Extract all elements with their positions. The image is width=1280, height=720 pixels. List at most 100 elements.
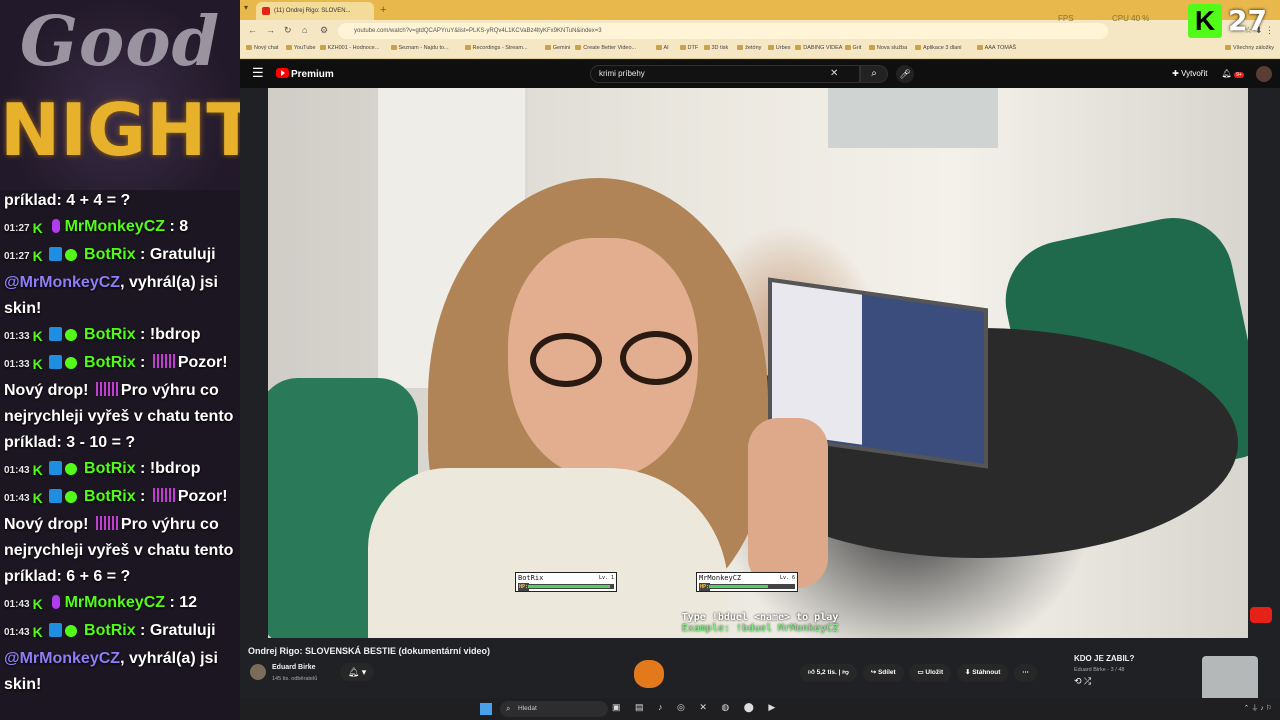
- avatar[interactable]: [1256, 66, 1272, 82]
- kick-logo-icon: K: [1188, 4, 1222, 38]
- channel-avatar[interactable]: [250, 664, 266, 680]
- folder-icon: [703, 45, 710, 50]
- download-button[interactable]: ⬇ Stáhnout: [956, 664, 1009, 682]
- video-scene-glasses: [530, 333, 602, 387]
- kick-badge-icon: [33, 352, 46, 366]
- playlist-subtitle: Eduard Birke - 3 / 48: [1074, 667, 1125, 673]
- taskbar-apps-icon[interactable]: ▣ ▤ ♪ ◎ ✕ ◍ ⬤ ▶: [612, 702, 781, 713]
- duel-player-left: BotRix Lv. 1 HP:: [515, 572, 617, 592]
- more-actions-button[interactable]: ⋯: [1014, 664, 1037, 682]
- bookmark-item[interactable]: AAA TOMÁŠ: [976, 45, 1016, 51]
- bookmark-item[interactable]: Recordings - Stream...: [464, 45, 528, 51]
- create-icon[interactable]: ✚: [1172, 69, 1179, 78]
- home-icon[interactable]: ⌂: [302, 25, 307, 35]
- username[interactable]: BotRix: [84, 460, 136, 477]
- bookmark-label: Všechny záložky: [1233, 45, 1274, 51]
- menu-icon[interactable]: ☰: [252, 66, 264, 80]
- loop-shuffle-icon[interactable]: ⟲ ⤮: [1074, 676, 1194, 687]
- username[interactable]: BotRix: [84, 622, 136, 639]
- search-button[interactable]: ⌕: [860, 65, 888, 83]
- forward-icon[interactable]: →: [266, 25, 275, 35]
- username[interactable]: MrMonkeyCZ: [65, 594, 165, 611]
- bookmark-item[interactable]: žetóny: [737, 45, 761, 51]
- bookmark-item[interactable]: Gemini: [544, 45, 570, 51]
- taskbar-search[interactable]: Hledat: [500, 701, 608, 717]
- username[interactable]: BotRix: [84, 246, 136, 263]
- bot-badge-icon: [48, 623, 62, 637]
- folder-icon: [246, 45, 252, 50]
- message-text: 8: [179, 218, 189, 235]
- bookmark-item[interactable]: Urbex: [767, 45, 790, 51]
- address-bar[interactable]: youtube.com/watch?v=gtdQCAPYruY&list=PLK…: [338, 23, 1108, 39]
- timestamp: 01:27: [4, 251, 30, 262]
- emote-icon: [152, 488, 175, 502]
- save-button[interactable]: ▭ Uložit: [909, 664, 952, 682]
- search-input[interactable]: krimi príbehy: [590, 65, 860, 83]
- voice-search-icon[interactable]: 🎤︎: [896, 65, 914, 83]
- subscription-bell-button[interactable]: 🔔︎ ▾: [340, 663, 374, 681]
- new-tab-button[interactable]: +: [380, 2, 386, 18]
- notifications-icon[interactable]: 🔔︎: [1222, 69, 1232, 78]
- taskbar: Hledat ▣ ▤ ♪ ◎ ✕ ◍ ⬤ ▶ ⌃ ⏚ ♪ ⚐: [240, 698, 1280, 720]
- folder-icon: [767, 45, 774, 50]
- reload-icon[interactable]: ↻: [284, 25, 292, 36]
- username[interactable]: BotRix: [84, 326, 136, 343]
- youtube-logo[interactable]: Premium: [276, 68, 334, 80]
- video-player[interactable]: [268, 88, 1248, 638]
- chat-message: 01:43 BotRix : Pozor! Nový drop! Pro výh…: [0, 484, 240, 590]
- like-button[interactable]: 👍︎ 5,2 tis. | 👎︎: [800, 664, 857, 682]
- username[interactable]: MrMonkeyCZ: [65, 218, 165, 235]
- bookmark-item[interactable]: Nova služba: [868, 45, 907, 51]
- share-button[interactable]: ↪ Sdílet: [862, 664, 904, 682]
- folder-icon: [319, 45, 326, 50]
- back-icon[interactable]: ←: [248, 25, 257, 35]
- bookmark-item[interactable]: 3D tisk: [703, 45, 728, 51]
- bookmark-item[interactable]: Aplikace 3 dlani: [915, 45, 962, 51]
- video-actions: 👍︎ 5,2 tis. | 👎︎ ↪ Sdílet ▭ Uložit ⬇ Stá…: [800, 664, 1041, 682]
- playlist-card[interactable]: KDO JE ZABIL? Eduard Birke - 3 / 48 ⟲ ⤮: [1074, 654, 1194, 700]
- folder-icon: [679, 45, 686, 50]
- bookmark-label: Grit: [852, 45, 862, 51]
- kick-badge-icon: [33, 244, 46, 258]
- bookmark-item[interactable]: Všechny záložky: [1225, 45, 1274, 51]
- bookmark-label: DTF: [687, 45, 699, 51]
- screen: Good NIGHT príklad: 4 + 4 = ? 01:27 MrMon…: [0, 0, 1280, 720]
- mention[interactable]: @MrMonkeyCZ: [4, 650, 120, 667]
- bookmark-label: žetóny: [745, 45, 762, 51]
- browser-toolbar: ← → ↻ ⌂ ⚙ youtube.com/watch?v=gtdQCAPYru…: [240, 20, 1280, 42]
- channel-name[interactable]: Eduard Birke: [272, 664, 316, 671]
- notification-count: 9+: [1234, 72, 1244, 79]
- bookmark-item[interactable]: KZH001 - Hodnoce...: [319, 45, 380, 51]
- bookmark-item[interactable]: AI: [655, 45, 669, 51]
- kick-badge-icon: [33, 486, 46, 500]
- tab-list-icon[interactable]: ▾: [244, 3, 248, 12]
- timestamp: 01:27: [4, 223, 30, 234]
- folder-icon: [976, 45, 983, 50]
- bookmark-item[interactable]: Nový chat: [246, 45, 278, 51]
- youtube-mini-logo-icon[interactable]: [1250, 607, 1272, 623]
- windows-start-icon[interactable]: [480, 703, 492, 715]
- username[interactable]: BotRix: [84, 354, 136, 371]
- bookmark-item[interactable]: YouTube: [285, 45, 316, 51]
- mention[interactable]: @MrMonkeyCZ: [4, 274, 120, 291]
- header-actions: ✚ Vytvořit 🔔︎ 9+: [1172, 66, 1272, 82]
- clear-search-icon[interactable]: ✕: [830, 66, 838, 82]
- hp-fill: [709, 585, 768, 588]
- site-info-icon[interactable]: ⚙: [320, 25, 328, 36]
- timestamp: 01:33: [4, 331, 30, 342]
- bookmark-label: KZH001 - Hodnoce...: [327, 45, 380, 51]
- verified-badge-icon: [64, 625, 77, 637]
- system-tray-icon[interactable]: ⌃ ⏚ ♪ ⚐: [1244, 703, 1272, 713]
- tab-youtube[interactable]: (11) Ondrej Rigo: SLOVEN...: [256, 2, 374, 20]
- duel-level: Lv. 1: [598, 575, 614, 581]
- bookmark-item[interactable]: Create Better Video...: [575, 45, 636, 51]
- bookmark-item[interactable]: DTF: [679, 45, 699, 51]
- bookmark-item[interactable]: Seznam - Najdu to...: [390, 45, 449, 51]
- like-count: 5,2 tis.: [816, 669, 837, 676]
- timestamp: 01:33: [4, 359, 30, 370]
- bookmark-item[interactable]: DABING VIDEA: [795, 45, 842, 51]
- bookmark-item[interactable]: Grit: [844, 45, 862, 51]
- create-button[interactable]: Vytvořit: [1181, 66, 1207, 82]
- bot-badge-icon: [48, 489, 62, 503]
- username[interactable]: BotRix: [84, 488, 136, 505]
